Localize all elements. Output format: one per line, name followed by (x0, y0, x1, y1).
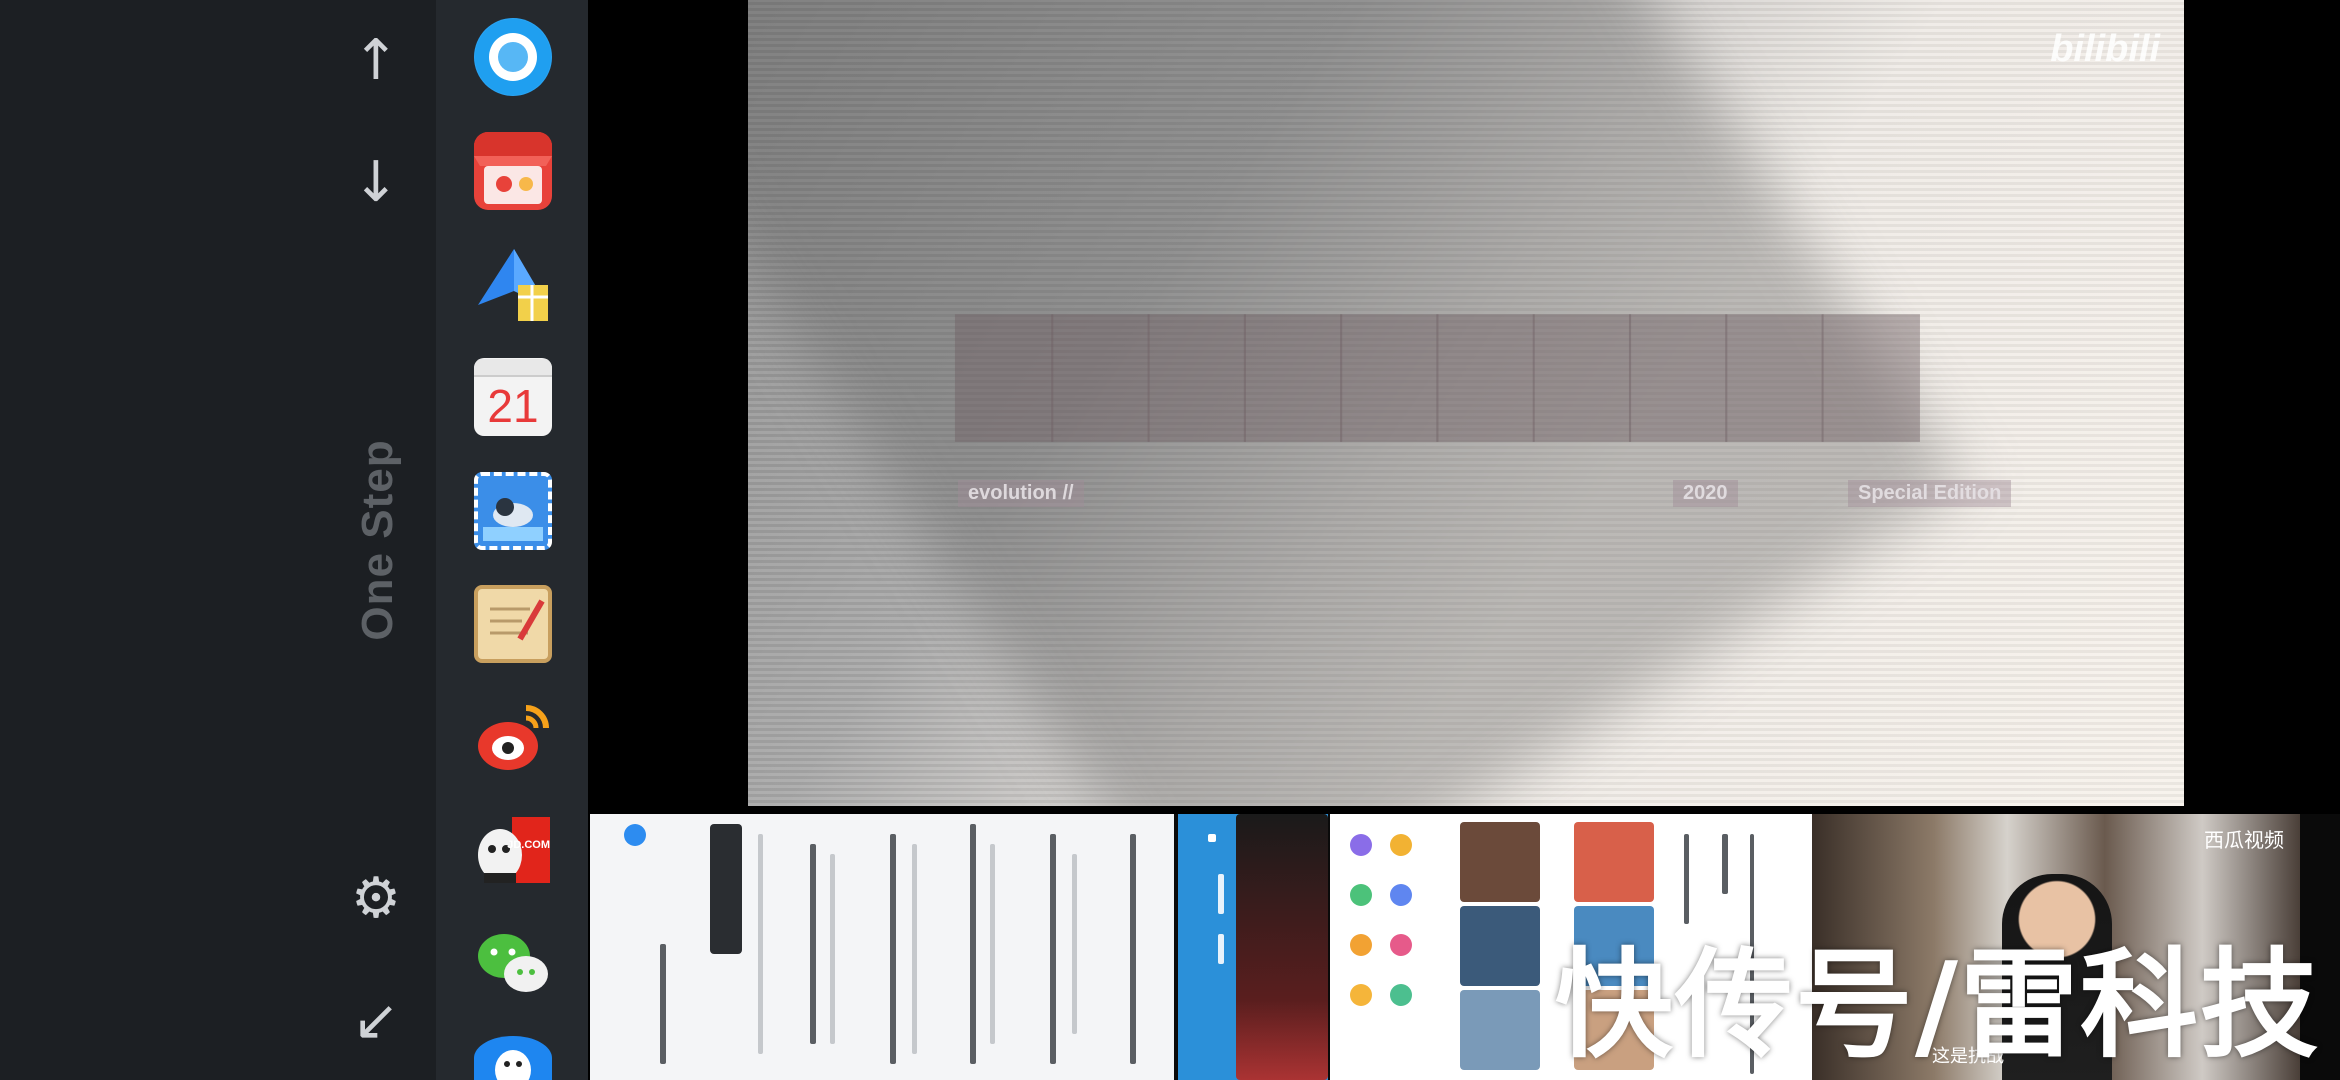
album-cover (1460, 906, 1540, 986)
screen-root: ↑ ↓ One Step ⚙ ↙ 21 JD.COM bilibili ▇▇▇▇… (0, 0, 2340, 1080)
feed-column (810, 844, 816, 1044)
feed-column (890, 834, 896, 1064)
blue-app-text (1218, 934, 1224, 964)
music-text (1722, 834, 1728, 894)
jd-label: JD.COM (507, 839, 550, 851)
feed-column (970, 824, 976, 1064)
jd-app-icon[interactable]: JD.COM (474, 811, 552, 889)
video-caption-year: 2020 (1673, 480, 1738, 507)
arrow-up-icon[interactable]: ↑ (336, 20, 416, 100)
app-dock: 21 JD.COM (436, 0, 588, 1080)
arrow-down-icon[interactable]: ↓ (336, 142, 416, 222)
music-category-icon (1390, 934, 1412, 956)
feed-column (912, 844, 917, 1054)
one-step-control-panel: ↑ ↓ One Step ⚙ ↙ (0, 0, 436, 1080)
drama-poster (1236, 814, 1328, 1080)
calendar-header (474, 359, 552, 377)
one-step-label: One Step (353, 439, 402, 641)
qq-app-icon[interactable] (474, 1036, 552, 1080)
feed-image (710, 824, 742, 954)
music-category-icon (1390, 984, 1412, 1006)
feed-column (990, 844, 995, 1044)
grid-icon (1208, 834, 1216, 842)
maps-app-icon[interactable] (474, 245, 552, 323)
recent-app-thumbnail-feed[interactable] (590, 814, 1174, 1080)
shop-app-icon[interactable] (474, 132, 552, 210)
add-icon (624, 824, 646, 846)
music-category-icon (1390, 884, 1412, 906)
browser-app-icon[interactable] (474, 18, 552, 96)
feed-column (1072, 854, 1077, 1034)
settings-gear-icon[interactable]: ⚙ (336, 858, 416, 938)
main-video-window[interactable]: bilibili ▇▇▇▇▇▇▇▇▇▇ evolution // 2020 Sp… (588, 0, 2340, 808)
music-category-icon (1350, 934, 1372, 956)
feed-column (1050, 834, 1056, 1064)
music-category-icon (1350, 984, 1372, 1006)
publisher-watermark: 快传号/雷科技 (1554, 936, 2320, 1074)
blue-app-text (1218, 874, 1224, 914)
feed-column (758, 834, 763, 1054)
album-cover (1460, 822, 1540, 902)
notes-app-icon[interactable] (474, 585, 552, 663)
recent-app-thumbnail-blue[interactable] (1178, 814, 1328, 1080)
xigua-brand: 西瓜视频 (2204, 830, 2284, 852)
video-caption-edition: Special Edition (1848, 480, 2012, 507)
calendar-day: 21 (487, 380, 539, 432)
weibo-app-icon[interactable] (474, 698, 552, 776)
feed-column (830, 854, 835, 1044)
shrink-arrow-icon[interactable]: ↙ (336, 980, 416, 1060)
feed-column (1130, 834, 1136, 1064)
music-category-icon (1350, 834, 1372, 856)
video-blurred-headline: ▇▇▇▇▇▇▇▇▇▇ (958, 302, 1921, 436)
video-caption-evolution: evolution // (958, 480, 1084, 507)
album-cover (1460, 990, 1540, 1070)
bilibili-watermark: bilibili (2050, 28, 2160, 70)
calendar-app-icon[interactable]: 21 (474, 358, 552, 436)
music-category-icon (1350, 884, 1372, 906)
music-category-icon (1390, 834, 1412, 856)
album-cover (1574, 822, 1654, 902)
video-player[interactable]: bilibili ▇▇▇▇▇▇▇▇▇▇ evolution // 2020 Sp… (748, 0, 2184, 806)
wechat-app-icon[interactable] (474, 924, 552, 1002)
feed-column (660, 944, 666, 1064)
mail-app-icon[interactable] (474, 472, 552, 550)
